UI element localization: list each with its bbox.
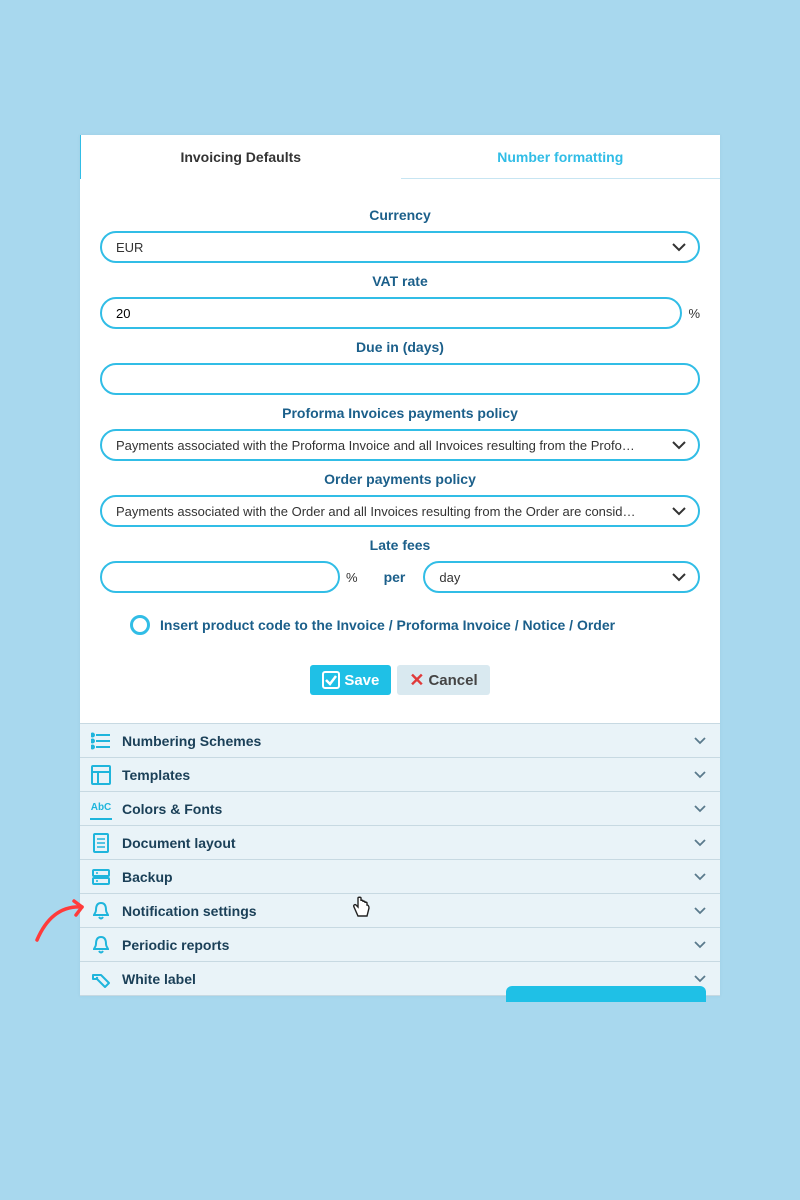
latefees-per-label: per <box>384 569 406 585</box>
acc-document-layout[interactable]: Document layout <box>80 826 720 860</box>
vat-label: VAT rate <box>100 273 700 289</box>
order-select[interactable]: Payments associated with the Order and a… <box>100 495 700 527</box>
chevron-down-icon <box>672 242 686 252</box>
acc-label: Colors & Fonts <box>122 801 684 817</box>
due-input-wrap <box>100 363 700 395</box>
acc-label: White label <box>122 971 684 987</box>
chevron-down-icon <box>672 440 686 450</box>
cancel-label: Cancel <box>428 672 477 689</box>
vat-input-wrap <box>100 297 682 329</box>
accordion: Numbering Schemes Templates AbC Colors &… <box>80 723 720 996</box>
acc-label: Templates <box>122 767 684 783</box>
currency-value: EUR <box>116 240 684 255</box>
save-button[interactable]: Save <box>310 665 391 695</box>
chevron-down-icon <box>694 737 706 745</box>
acc-backup[interactable]: Backup <box>80 860 720 894</box>
acc-colors-fonts[interactable]: AbC Colors & Fonts <box>80 792 720 826</box>
proforma-select[interactable]: Payments associated with the Proforma In… <box>100 429 700 461</box>
acc-templates[interactable]: Templates <box>80 758 720 792</box>
currency-select[interactable]: EUR <box>100 231 700 263</box>
latefees-per-value: day <box>439 570 684 585</box>
chevron-down-icon <box>694 873 706 881</box>
insert-code-option[interactable]: Insert product code to the Invoice / Pro… <box>130 615 700 635</box>
acc-label: Document layout <box>122 835 684 851</box>
chevron-down-icon <box>694 805 706 813</box>
chevron-down-icon <box>694 975 706 983</box>
layout-icon <box>90 832 112 854</box>
acc-label: Numbering Schemes <box>122 733 684 749</box>
template-icon <box>90 764 112 786</box>
latefees-label: Late fees <box>100 537 700 553</box>
chevron-down-icon <box>694 771 706 779</box>
chevron-down-icon <box>694 839 706 847</box>
acc-label: Periodic reports <box>122 937 684 953</box>
tag-icon <box>90 968 112 990</box>
bell-icon <box>90 934 112 956</box>
vat-input[interactable] <box>116 306 666 321</box>
proforma-value: Payments associated with the Proforma In… <box>116 438 684 453</box>
acc-periodic-reports[interactable]: Periodic reports <box>80 928 720 962</box>
currency-label: Currency <box>100 207 700 223</box>
vat-suffix: % <box>688 306 700 321</box>
tab-number-formatting[interactable]: Number formatting <box>401 135 721 179</box>
chevron-down-icon <box>672 572 686 582</box>
latefees-per-select[interactable]: day <box>423 561 700 593</box>
check-icon <box>322 671 340 689</box>
tab-invoicing-defaults[interactable]: Invoicing Defaults <box>80 135 401 179</box>
chevron-down-icon <box>694 941 706 949</box>
order-value: Payments associated with the Order and a… <box>116 504 684 519</box>
order-label: Order payments policy <box>100 471 700 487</box>
form-area: Currency EUR VAT rate % Due in (days) Pr… <box>80 179 720 723</box>
cancel-button[interactable]: ✕ Cancel <box>397 665 489 695</box>
list-icon <box>90 730 112 752</box>
proforma-label: Proforma Invoices payments policy <box>100 405 700 421</box>
close-icon: ✕ <box>409 671 424 689</box>
acc-numbering-schemes[interactable]: Numbering Schemes <box>80 724 720 758</box>
chevron-down-icon <box>694 907 706 915</box>
bottom-action-bar[interactable] <box>506 986 706 1002</box>
due-label: Due in (days) <box>100 339 700 355</box>
bell-icon <box>90 900 112 922</box>
backup-icon <box>90 866 112 888</box>
latefees-input[interactable] <box>116 570 324 585</box>
acc-label: Notification settings <box>122 903 684 919</box>
save-label: Save <box>344 672 379 689</box>
tabs: Invoicing Defaults Number formatting <box>80 135 720 179</box>
insert-code-label: Insert product code to the Invoice / Pro… <box>160 617 615 633</box>
settings-panel: Invoicing Defaults Number formatting Cur… <box>80 135 720 996</box>
chevron-down-icon <box>672 506 686 516</box>
action-buttons: Save ✕ Cancel <box>100 665 700 695</box>
acc-notification-settings[interactable]: Notification settings <box>80 894 720 928</box>
abc-icon: AbC <box>90 798 112 820</box>
acc-label: Backup <box>122 869 684 885</box>
latefees-suffix: % <box>346 570 358 585</box>
due-input[interactable] <box>116 372 684 387</box>
latefees-input-wrap <box>100 561 340 593</box>
radio-icon <box>130 615 150 635</box>
